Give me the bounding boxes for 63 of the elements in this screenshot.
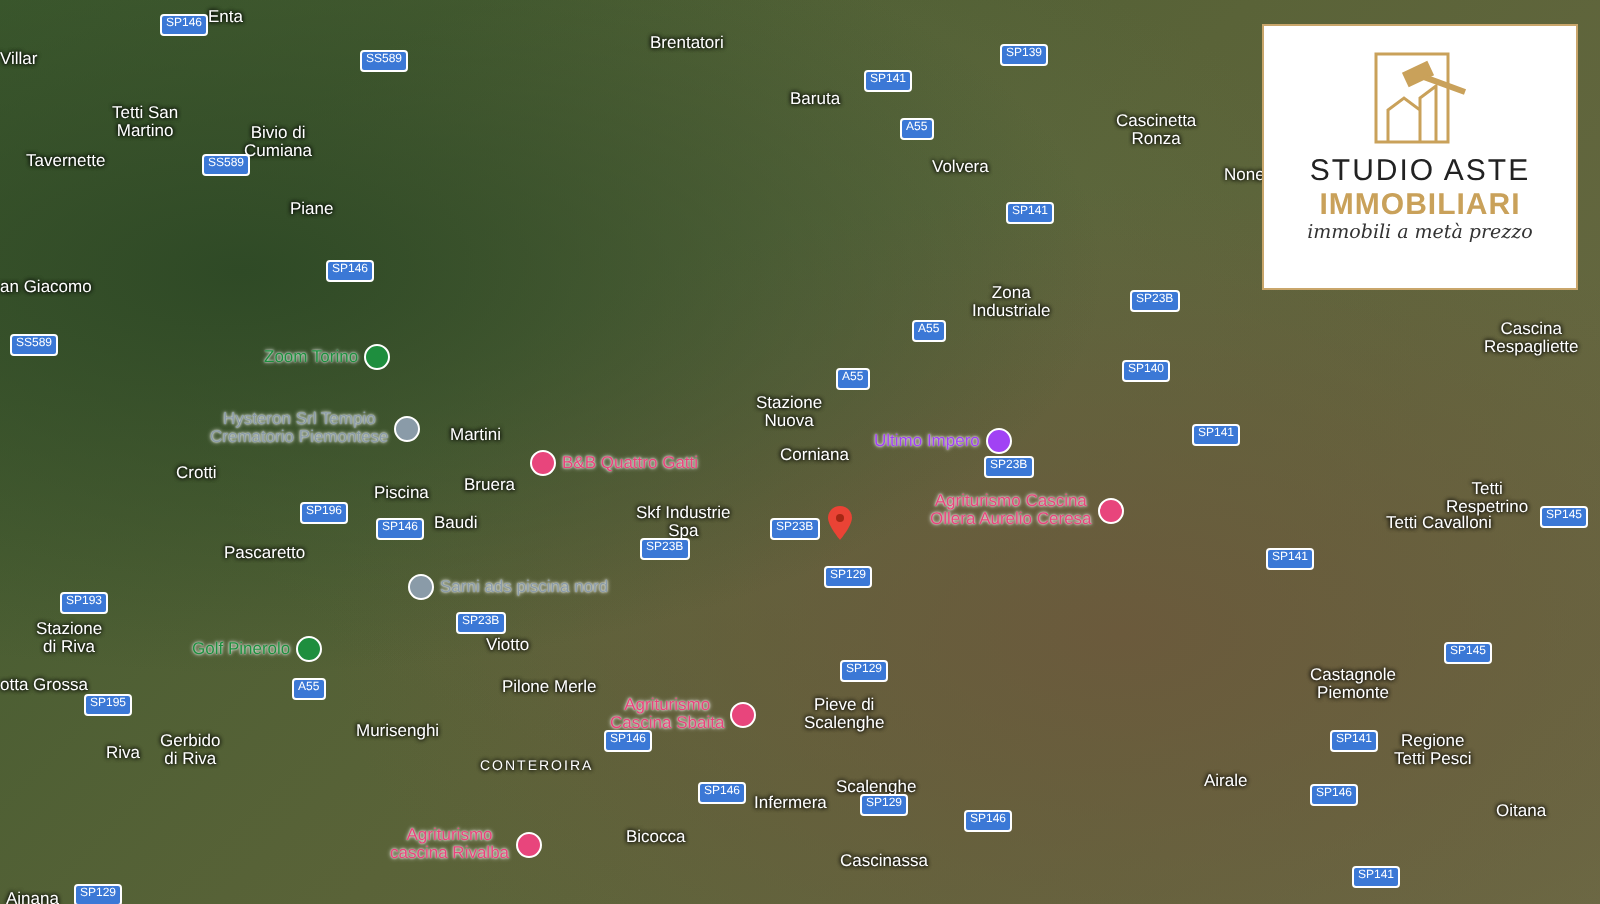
logo-tagline: immobili a metà prezzo — [1307, 222, 1533, 244]
poi-marker-icon[interactable] — [296, 636, 323, 662]
place-label: otta Grossa — [0, 676, 88, 695]
poi-marker-icon[interactable] — [515, 831, 542, 858]
poi-label: Zoom Torino — [264, 347, 359, 367]
place-label: Skf Industrie Spa — [636, 504, 731, 541]
place-label: Piscina — [374, 484, 429, 503]
place-label: Bruera — [464, 476, 516, 495]
location-pin-icon — [828, 506, 852, 540]
poi-marker-icon[interactable] — [394, 415, 421, 442]
poi-marker-icon[interactable] — [364, 344, 391, 370]
place-label: Crotti — [176, 464, 217, 483]
place-label: Airale — [1204, 772, 1248, 791]
poi-marker-icon[interactable] — [1097, 497, 1124, 524]
poi-label: Golf Pinerolo — [192, 639, 291, 659]
place-label: Pilone Merle — [502, 678, 597, 697]
place-label: Zona Industriale — [972, 284, 1051, 322]
place-label: Scalenghe — [836, 778, 917, 797]
place-label: Pieve di Scalenghe — [804, 696, 885, 734]
place-label: Enta — [208, 8, 243, 27]
place-label: Ainana — [6, 890, 59, 904]
place-label: Oitana — [1496, 802, 1547, 821]
place-label: Baudi — [434, 514, 478, 533]
place-label: Viotto — [486, 636, 530, 655]
poi-label: Agriturismo Cascina Ollera Aurelio Ceresa — [930, 492, 1092, 530]
place-label: Castagnole Piemonte — [1310, 666, 1397, 704]
place-label: Villar — [0, 50, 38, 69]
place-label: an Giacomo — [0, 278, 92, 297]
poi-label: Ultimo Impero — [874, 431, 980, 451]
place-label: Gerbido di Riva — [160, 732, 221, 770]
satellite-map[interactable] — [0, 0, 1600, 904]
place-label: Tetti Respetrino — [1446, 480, 1529, 517]
place-label: Tetti San Martino — [112, 104, 179, 142]
place-label: Pascaretto — [224, 544, 306, 563]
poi-label: B&B Quattro Gatti — [562, 453, 699, 473]
place-label: Volvera — [932, 158, 989, 177]
place-label: Corniana — [780, 446, 849, 465]
poi-marker-icon[interactable] — [730, 701, 757, 728]
poi-marker-icon[interactable] — [985, 428, 1012, 454]
poi-marker-icon[interactable] — [408, 574, 434, 600]
place-label: Infermera — [754, 794, 827, 813]
place-label: Cascina Respagliette — [1484, 320, 1579, 358]
place-label: Brentatori — [650, 34, 724, 53]
place-label: Regione Tetti Pesci — [1394, 732, 1472, 770]
place-label: Stazione di Riva — [36, 620, 103, 658]
poi-label: Agriturismo cascina Rivalba — [390, 826, 510, 864]
place-label: Riva — [106, 744, 141, 763]
logo-title: STUDIO ASTE — [1309, 154, 1531, 188]
poi-marker-icon[interactable] — [530, 450, 556, 476]
place-label: Murisenghi — [356, 722, 440, 741]
place-label: Bicocca — [626, 828, 686, 847]
poi-label: Sarni ads piscina nord — [440, 577, 609, 597]
place-label: Martini — [450, 426, 502, 445]
place-label: Tavernette — [26, 152, 106, 171]
poi-label: Agriturismo Cascina Sbaita — [610, 696, 725, 733]
place-label: Piane — [290, 200, 334, 219]
place-label: Cascinetta Ronza — [1116, 112, 1197, 150]
logo-subtitle: IMMOBILIARI — [1319, 188, 1521, 222]
place-label: Tetti Cavalloni — [1386, 514, 1492, 533]
place-label: Baruta — [790, 90, 841, 109]
place-label: Stazione Nuova — [756, 394, 823, 432]
place-label: Cascinassa — [840, 852, 928, 871]
poi-label: Hysteron Srl Tempio Crematorio Piemontese — [210, 410, 389, 448]
